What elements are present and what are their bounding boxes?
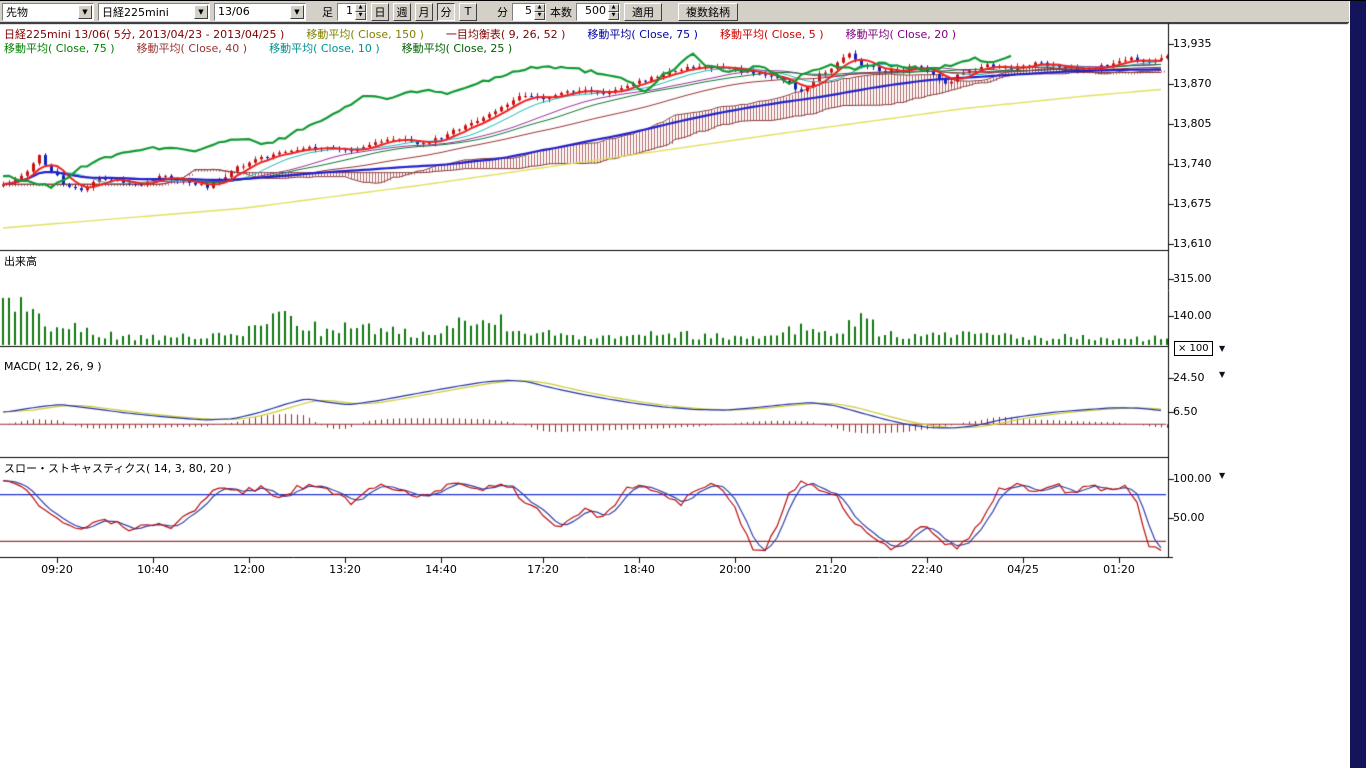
price-axis-label: 13,610 [1173,237,1212,250]
macd-axis-label: 6.50 [1173,405,1198,418]
period-day-button[interactable]: 日 [371,3,389,21]
bar-count-value: 500 [577,4,608,20]
chevron-down-icon[interactable]: ▼ [290,5,304,19]
price-axis-label: 13,675 [1173,197,1212,210]
x-axis-label: 09:20 [35,563,79,576]
chart-plot-area[interactable] [0,0,1366,600]
chevron-down-icon[interactable]: ▼ [194,5,208,19]
legend-item-ma40: 移動平均( Close, 40 ) [137,40,248,56]
volume-axis-label: 315.00 [1173,272,1212,285]
bar-type-label: 足 [322,4,333,20]
minute-unit-label: 分 [497,4,508,20]
multi-symbol-button[interactable]: 複数銘柄 [678,3,738,21]
pane-scroll-down-icon[interactable]: ▼ [1219,345,1225,353]
x-axis-label: 17:20 [521,563,565,576]
x-axis-label: 10:40 [131,563,175,576]
x-axis-label: 12:00 [227,563,271,576]
contract-month-value: 13/06 [215,5,289,18]
market-type-select[interactable]: 先物 ▼ [2,3,94,21]
legend-item-ma75: 移動平均( Close, 75 ) [587,26,698,42]
x-axis-label: 04/25 [1001,563,1045,576]
chevron-down-icon[interactable]: ▼ [78,5,92,19]
spinner-icon[interactable]: ▲▼ [608,4,619,20]
price-axis-label: 13,935 [1173,37,1212,50]
legend-item-ma5: 移動平均( Close, 5 ) [720,26,824,42]
price-axis-label: 13,870 [1173,77,1212,90]
period-minute-button[interactable]: 分 [437,3,455,21]
legend-item-ma20: 移動平均( Close, 20 ) [846,26,957,42]
toolbar: 先物 ▼ 日経225mini ▼ 13/06 ▼ 足 1 ▲▼ 日 週 月 分 … [0,1,1349,23]
x-axis-label: 18:40 [617,563,661,576]
spinner-icon[interactable]: ▲▼ [355,4,366,20]
pane-scroll-down-icon[interactable]: ▼ [1219,472,1225,480]
stoch-pane-label: スロー・ストキャスティクス( 14, 3, 80, 20 ) [4,460,232,476]
legend-item-ma75b: 移動平均( Close, 75 ) [4,40,115,56]
vertical-scrollbar[interactable] [1350,0,1366,768]
x-axis-label: 20:00 [713,563,757,576]
stoch-axis-label: 100.00 [1173,472,1212,485]
trading-chart-window: 先物 ▼ 日経225mini ▼ 13/06 ▼ 足 1 ▲▼ 日 週 月 分 … [0,0,1366,768]
minute-value-input[interactable]: 5 ▲▼ [512,3,546,21]
market-type-value: 先物 [3,4,77,20]
macd-axis-label: 24.50 [1173,371,1205,384]
price-axis-label: 13,805 [1173,117,1212,130]
bar-count-input[interactable]: 500 ▲▼ [576,3,620,21]
volume-axis-label: 140.00 [1173,309,1212,322]
x-axis-label: 14:40 [419,563,463,576]
period-month-button[interactable]: 月 [415,3,433,21]
pane-scroll-down-icon[interactable]: ▼ [1219,371,1225,379]
bar-count-label: 本数 [550,4,572,20]
x-axis-label: 21:20 [809,563,853,576]
legend-item-ma25: 移動平均( Close, 25 ) [402,40,513,56]
period-week-button[interactable]: 週 [393,3,411,21]
x-axis-label: 01:20 [1097,563,1141,576]
legend-item-ma10: 移動平均( Close, 10 ) [269,40,380,56]
macd-pane-label: MACD( 12, 26, 9 ) [4,360,102,373]
x-axis-label: 22:40 [905,563,949,576]
bar-interval-value: 1 [338,4,355,20]
bar-interval-input[interactable]: 1 ▲▼ [337,3,367,21]
chart-legend-row-2: 移動平均( Close, 75 ) 移動平均( Close, 40 ) 移動平均… [4,40,512,56]
volume-multiplier-badge: × 100 [1174,341,1213,356]
stoch-axis-label: 50.00 [1173,511,1205,524]
spinner-icon[interactable]: ▲▼ [534,4,545,20]
price-axis-label: 13,740 [1173,157,1212,170]
minute-value: 5 [513,4,534,20]
x-axis-label: 13:20 [323,563,367,576]
volume-pane-label: 出来高 [4,253,37,269]
symbol-value: 日経225mini [99,4,193,20]
apply-button[interactable]: 適用 [624,3,662,21]
contract-month-select[interactable]: 13/06 ▼ [214,3,306,21]
symbol-select[interactable]: 日経225mini ▼ [98,3,210,21]
period-tick-button[interactable]: T [459,3,477,21]
